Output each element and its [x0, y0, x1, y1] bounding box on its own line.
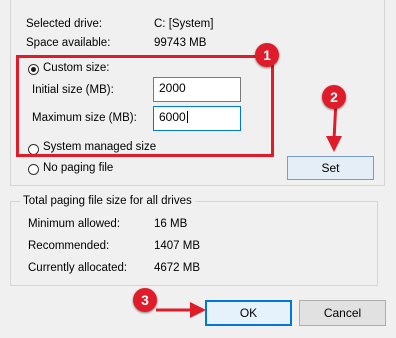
annotation-marker-3: 3: [133, 288, 157, 312]
arrow-to-ok-icon: [156, 302, 206, 318]
totals-title: Total paging file size for all drives: [20, 195, 195, 207]
space-available-value: 99743 MB: [154, 37, 207, 49]
highlight-box: [16, 55, 274, 157]
annotation-marker-1: 1: [255, 43, 279, 67]
cancel-button[interactable]: Cancel: [299, 300, 386, 326]
set-button[interactable]: Set: [287, 156, 374, 180]
currently-allocated-label: Currently allocated:: [28, 262, 128, 274]
ok-button[interactable]: OK: [205, 300, 292, 326]
annotation-marker-2: 2: [322, 85, 346, 109]
currently-allocated-value: 4672 MB: [154, 262, 201, 274]
no-paging-radio[interactable]: [28, 164, 39, 175]
selected-drive-value: C: [System]: [154, 18, 214, 30]
selected-drive-label: Selected drive:: [26, 18, 103, 30]
minimum-allowed-label: Minimum allowed:: [28, 218, 121, 230]
space-available-label: Space available:: [26, 37, 111, 49]
no-paging-label[interactable]: No paging file: [43, 162, 113, 174]
minimum-allowed-value: 16 MB: [154, 218, 188, 230]
recommended-value: 1407 MB: [154, 240, 201, 252]
recommended-label: Recommended:: [28, 240, 110, 252]
